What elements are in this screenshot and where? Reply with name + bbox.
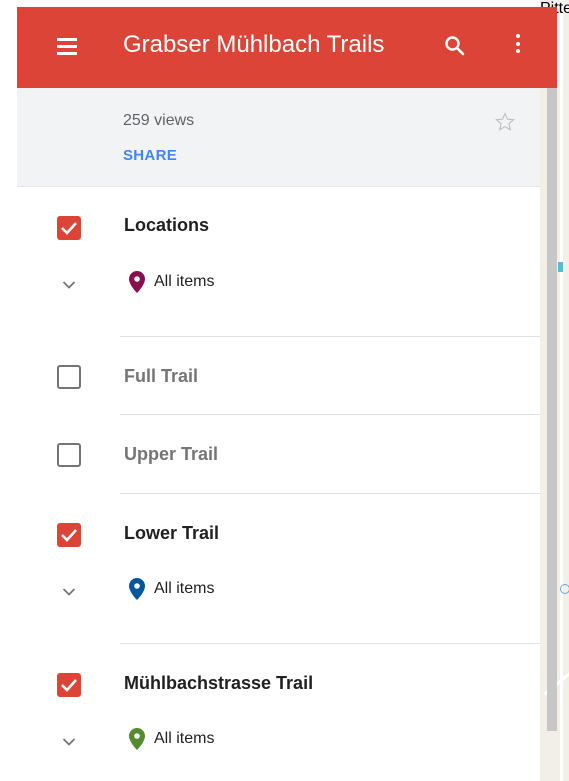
check-icon — [61, 529, 77, 542]
map-info: 259 views SHARE — [17, 88, 540, 187]
chevron-down-icon[interactable] — [62, 587, 76, 597]
layer-items-muehlbachstrasse-trail[interactable]: All items — [154, 730, 214, 748]
checkbox-upper-trail[interactable] — [57, 443, 81, 467]
chevron-down-icon[interactable] — [62, 737, 76, 747]
divider — [120, 414, 540, 415]
search-icon[interactable] — [443, 34, 467, 58]
layer-title-upper-trail[interactable]: Upper Trail — [124, 444, 218, 465]
layer-title-full-trail[interactable]: Full Trail — [124, 366, 198, 387]
layer-title-lower-trail[interactable]: Lower Trail — [124, 523, 219, 544]
more-vert-icon[interactable] — [513, 34, 523, 58]
checkbox-locations[interactable] — [57, 216, 81, 240]
page-title: Grabser Mühlbach Trails — [123, 31, 385, 58]
layer-items-locations[interactable]: All items — [154, 273, 214, 291]
check-icon — [61, 679, 77, 692]
divider — [120, 336, 540, 337]
layer-title-locations[interactable]: Locations — [124, 215, 209, 236]
star-icon[interactable] — [494, 111, 516, 133]
marker-icon — [129, 728, 145, 750]
view-count: 259 views — [123, 112, 195, 129]
layers-panel: 259 views SHARE Locations All items Full… — [17, 0, 557, 781]
map-road — [560, 0, 563, 781]
scrollbar[interactable] — [547, 88, 557, 731]
map-feature — [560, 584, 569, 594]
check-icon — [61, 222, 77, 235]
checkbox-lower-trail[interactable] — [57, 523, 81, 547]
divider — [120, 493, 540, 494]
layer-title-muehlbachstrasse-trail[interactable]: Mühlbachstrasse Trail — [124, 673, 313, 694]
marker-icon — [129, 271, 145, 293]
hamburger-menu-icon[interactable] — [57, 38, 77, 55]
chevron-down-icon[interactable] — [62, 280, 76, 290]
checkbox-full-trail[interactable] — [57, 365, 81, 389]
layer-items-lower-trail[interactable]: All items — [154, 580, 214, 598]
marker-icon — [129, 578, 145, 600]
checkbox-muehlbachstrasse-trail[interactable] — [57, 673, 81, 697]
divider — [120, 643, 540, 644]
map-feature — [558, 262, 563, 272]
app-header: Grabser Mühlbach Trails — [17, 7, 557, 88]
share-button[interactable]: SHARE — [123, 147, 177, 164]
